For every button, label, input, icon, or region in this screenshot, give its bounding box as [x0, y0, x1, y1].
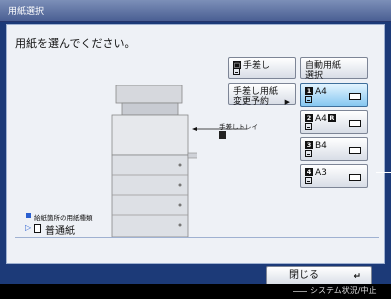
manual-paper-reserve-button[interactable]: 手差し用紙 変更予約 ▶ — [228, 83, 296, 107]
manual-tray-label: 手差しトレイ — [219, 123, 258, 131]
paper-type-icon — [34, 224, 41, 233]
drawer-size: B4 — [315, 141, 327, 151]
caret-right-icon: ▷ — [25, 223, 32, 232]
drawer-1-button[interactable]: 1 A4 — [300, 83, 368, 107]
manual-paper-reserve-label: 手差し用紙 変更予約 — [233, 87, 279, 107]
rotated-badge: R — [327, 114, 336, 122]
legend-text: 給紙箇所の用紙種類 — [34, 214, 93, 222]
paper-icon — [233, 68, 240, 75]
paper-icon — [305, 123, 312, 130]
landscape-paper-icon — [349, 147, 361, 154]
callout-line — [376, 172, 391, 173]
caret-right-icon: ▶ — [284, 98, 290, 106]
screen: 用紙選択 用紙を選んでください。 手差しトレイ □ 手差し 自動用紙 選択 手差… — [0, 0, 391, 299]
enter-icon: ↵ — [353, 272, 361, 282]
auto-paper-select-label: 自動用紙 選択 — [305, 61, 342, 81]
main-panel: 用紙を選んでください。 手差しトレイ □ 手差し 自動用紙 選択 手差し用紙 変… — [6, 24, 385, 264]
drawer-number: 2 — [305, 114, 313, 122]
drawer-number: 4 — [305, 168, 313, 176]
drawer-number: 3 — [305, 141, 313, 149]
drawer-2-button[interactable]: 2 A4 R — [300, 110, 368, 134]
drawer-size: A4 — [315, 114, 327, 124]
divider — [15, 237, 379, 238]
auto-paper-select-button[interactable]: 自動用紙 選択 — [300, 57, 368, 81]
system-status-button[interactable]: システム状況/中止 — [310, 285, 376, 296]
instruction-text: 用紙を選んでください。 — [15, 37, 136, 50]
close-button[interactable]: 閉じる ↵ — [266, 266, 372, 286]
paper-type-label: 普通紙 — [45, 226, 75, 237]
landscape-paper-icon — [349, 93, 361, 100]
close-button-label: 閉じる — [289, 270, 319, 281]
drawer-number: 1 — [305, 87, 313, 95]
legend-square-icon — [26, 213, 31, 218]
title-bar: 用紙選択 — [0, 0, 391, 22]
drawer-size: A3 — [315, 168, 327, 178]
manual-feed-button[interactable]: □ 手差し — [228, 57, 296, 79]
status-line-icon — [293, 291, 307, 292]
window-title: 用紙選択 — [8, 7, 45, 17]
landscape-paper-icon — [349, 120, 361, 127]
manual-tray-paper-icon — [219, 131, 226, 139]
drawer-4-button[interactable]: 4 A3 — [300, 164, 368, 188]
paper-icon — [305, 96, 312, 103]
drawer-size: A4 — [315, 87, 327, 97]
paper-icon — [305, 150, 312, 157]
manual-feed-label: 手差し — [243, 61, 271, 71]
paper-icon — [305, 177, 312, 184]
landscape-paper-icon — [349, 174, 361, 181]
drawer-3-button[interactable]: 3 B4 — [300, 137, 368, 161]
copier-illustration — [111, 85, 197, 237]
